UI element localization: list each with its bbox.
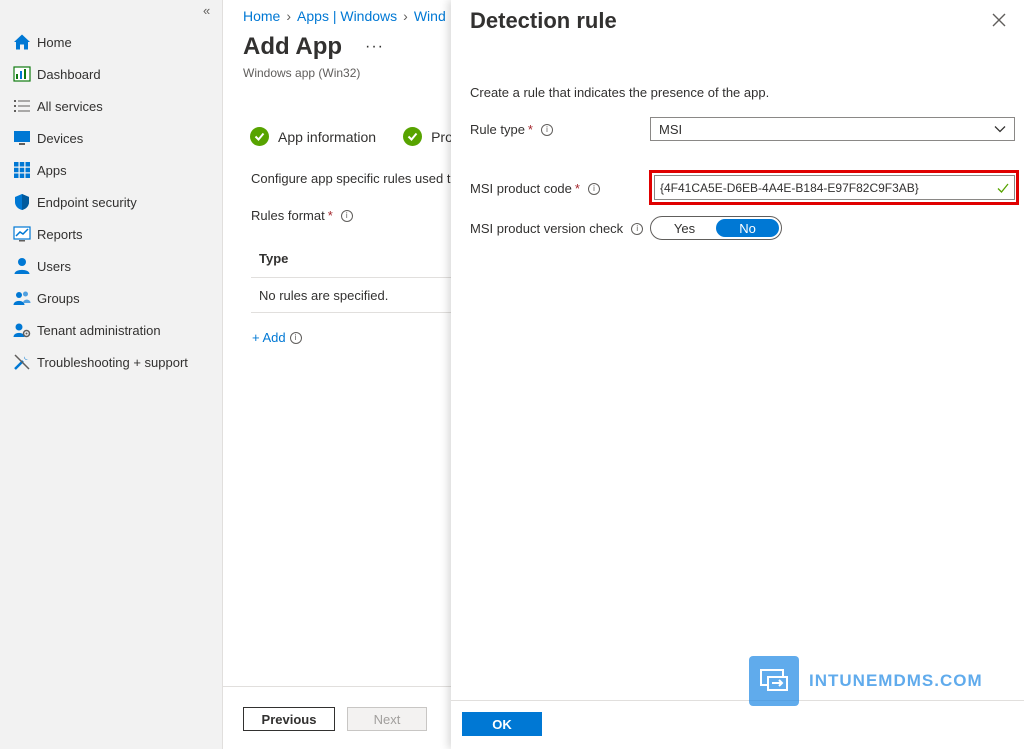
- add-rule-label: + Add: [252, 330, 286, 345]
- tenant-admin-icon: [12, 320, 32, 340]
- empty-table-message: No rules are specified.: [259, 287, 389, 303]
- sidebar-item-tenant-administration[interactable]: Tenant administration: [0, 314, 223, 346]
- next-button[interactable]: Next: [347, 707, 427, 731]
- rule-type-selected-value: MSI: [659, 121, 683, 137]
- sidebar-item-label: Apps: [37, 162, 67, 178]
- chevron-right-icon: ›: [286, 8, 292, 24]
- page-title: Add App: [243, 33, 343, 60]
- watermark: INTUNEMDMS.COM: [749, 656, 983, 706]
- rules-format-field: Rules format * i: [251, 208, 353, 223]
- shield-icon: [12, 192, 32, 212]
- collapse-sidebar-button[interactable]: «: [203, 3, 210, 18]
- footer-divider: [223, 686, 451, 687]
- step-label: Pro: [431, 128, 451, 145]
- dashboard-icon: [12, 64, 32, 84]
- sidebar-item-home[interactable]: Home: [0, 26, 223, 58]
- chevron-down-icon: [994, 126, 1006, 133]
- sidebar-item-dashboard[interactable]: Dashboard: [0, 58, 223, 90]
- page-subtitle: Windows app (Win32): [243, 66, 361, 80]
- step-program[interactable]: Pro: [403, 127, 451, 146]
- user-icon: [12, 256, 32, 276]
- checkmark-icon: [250, 127, 269, 146]
- step-app-information[interactable]: App information: [250, 127, 376, 146]
- sidebar-item-label: All services: [37, 98, 103, 114]
- more-options-button[interactable]: ···: [365, 38, 384, 56]
- sidebar-item-endpoint-security[interactable]: Endpoint security: [0, 186, 223, 218]
- sidebar-item-label: Troubleshooting + support: [37, 354, 188, 370]
- breadcrumb-windows[interactable]: Wind: [414, 8, 446, 24]
- sidebar-item-label: Tenant administration: [37, 322, 161, 338]
- ok-button[interactable]: OK: [462, 712, 542, 736]
- watermark-text: INTUNEMDMS.COM: [809, 671, 983, 690]
- sidebar-item-label: Groups: [37, 290, 80, 306]
- validation-check-icon: [997, 183, 1009, 193]
- sidebar-item-apps[interactable]: Apps: [0, 154, 223, 186]
- previous-button[interactable]: Previous: [243, 707, 335, 731]
- info-icon[interactable]: i: [340, 209, 353, 222]
- product-code-value: {4F41CA5E-D6EB-4A4E-B184-E97F82C9F3AB}: [660, 180, 919, 195]
- version-check-label: MSI product version check: [470, 221, 624, 236]
- devices-icon: [12, 128, 32, 148]
- required-indicator: *: [527, 122, 533, 137]
- info-icon[interactable]: i: [540, 123, 553, 136]
- reports-icon: [12, 224, 32, 244]
- rules-format-label: Rules format: [251, 208, 325, 223]
- list-icon: [12, 96, 32, 116]
- close-icon[interactable]: [991, 12, 1007, 28]
- toggle-yes-option[interactable]: Yes: [653, 219, 716, 237]
- step-label: App information: [278, 128, 377, 145]
- info-icon[interactable]: i: [587, 182, 600, 195]
- detection-rule-panel: Detection rule Create a rule that indica…: [451, 0, 1024, 749]
- required-indicator: *: [574, 181, 580, 196]
- sidebar-item-troubleshooting[interactable]: Troubleshooting + support: [0, 346, 223, 378]
- wizard-steps: App information Pro: [250, 127, 451, 146]
- watermark-logo-icon: [749, 656, 799, 706]
- breadcrumb-home[interactable]: Home: [243, 8, 280, 24]
- wrench-icon: [12, 352, 32, 372]
- table-row: No rules are specified.: [251, 278, 451, 313]
- panel-description: Create a rule that indicates the presenc…: [470, 85, 770, 100]
- sidebar-item-label: Users: [37, 258, 71, 274]
- info-icon[interactable]: i: [289, 331, 302, 344]
- rule-type-field-label: Rule type * i: [470, 122, 553, 137]
- nav-list: Home Dashboard All services Devices Apps: [0, 26, 223, 378]
- sidebar-item-reports[interactable]: Reports: [0, 218, 223, 250]
- breadcrumb-apps-windows[interactable]: Apps | Windows: [297, 8, 397, 24]
- left-navigation: « Home Dashboard All services Devices Ap…: [0, 0, 223, 749]
- sidebar-item-all-services[interactable]: All services: [0, 90, 223, 122]
- sidebar-item-label: Dashboard: [37, 66, 101, 82]
- breadcrumb: Home › Apps | Windows › Wind: [243, 8, 446, 24]
- sidebar-item-label: Endpoint security: [37, 194, 137, 210]
- rule-type-label: Rule type: [470, 122, 525, 137]
- sidebar-item-groups[interactable]: Groups: [0, 282, 223, 314]
- version-check-toggle[interactable]: Yes No: [650, 216, 782, 240]
- chevron-right-icon: ›: [403, 8, 408, 24]
- sidebar-item-label: Home: [37, 34, 72, 50]
- panel-title: Detection rule: [470, 8, 617, 33]
- checkmark-icon: [403, 127, 423, 146]
- sidebar-item-users[interactable]: Users: [0, 250, 223, 282]
- product-code-field-label: MSI product code * i: [470, 181, 600, 196]
- groups-icon: [12, 288, 32, 308]
- product-code-label: MSI product code: [470, 181, 572, 196]
- add-app-blade: Home › Apps | Windows › Wind Add App ··· Win…: [223, 0, 451, 749]
- rules-description: Configure app specific rules used t: [251, 171, 451, 186]
- msi-product-code-input[interactable]: {4F41CA5E-D6EB-4A4E-B184-E97F82C9F3AB}: [654, 175, 1015, 200]
- column-header-type: Type: [259, 251, 289, 266]
- sidebar-item-label: Reports: [37, 226, 83, 242]
- home-icon: [12, 32, 32, 52]
- sidebar-item-devices[interactable]: Devices: [0, 122, 223, 154]
- toggle-no-option[interactable]: No: [716, 219, 779, 237]
- apps-icon: [12, 160, 32, 180]
- version-check-field-label: MSI product version check i: [470, 221, 644, 236]
- required-indicator: *: [327, 208, 333, 223]
- rules-table-header: Type: [251, 240, 451, 278]
- rule-type-dropdown[interactable]: MSI: [650, 117, 1015, 141]
- add-rule-link[interactable]: + Add i: [252, 330, 302, 345]
- info-icon[interactable]: i: [631, 222, 644, 235]
- sidebar-item-label: Devices: [37, 130, 84, 146]
